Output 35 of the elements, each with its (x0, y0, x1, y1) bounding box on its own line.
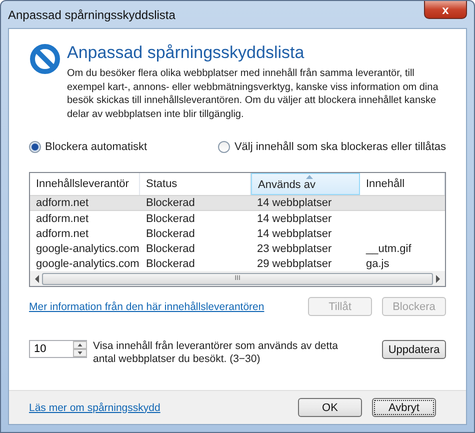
table-cell-text: 14 webbplatser (256, 212, 333, 225)
learn-more-link[interactable]: Läs mer om spårningsskydd (29, 402, 160, 414)
table-cell-text: adform.net (35, 227, 90, 240)
window-title: Anpassad spårningsskyddslista (8, 8, 176, 22)
table-cell-text: google-analytics.com (35, 242, 140, 255)
table-cell-text: Blockerad (145, 212, 196, 225)
table-cell-text: Blockerad (145, 242, 196, 255)
table-cell-text: Blockerad (145, 196, 196, 210)
table-cell-text: 23 webbplatser (256, 242, 333, 255)
table-cell-text: adform.net (35, 196, 90, 210)
table-cell-text: Blockerad (145, 257, 196, 270)
table-cell-text: 14 webbplatser (256, 196, 333, 210)
scroll-right-icon[interactable] (435, 274, 441, 282)
description-text: Om du besöker flera olika webbplatser med innehåll från samma leverantör, till exempel kart-, annons- eller webbmätningsverktyg, kanske viss information om dina besök skickas till innehållsleverantören. Om du väljer att blockera innehållet kanske delar av webbplatsen inte blir tillgänglig. (67, 67, 440, 121)
dialog-button[interactable]: Avbryt (372, 398, 436, 417)
table-cell-text: __utm.gif (364, 242, 412, 255)
close-button[interactable]: x (424, 1, 467, 19)
scroll-left-icon[interactable] (34, 274, 40, 282)
provider-info-link[interactable]: Mer information från den här innehållsleverantören (29, 301, 264, 313)
column-header[interactable]: Används av (251, 173, 360, 195)
table-row[interactable]: adform.net Blockerad 14 webbplatser (30, 195, 445, 211)
blocked-icon (29, 43, 61, 75)
table-cell-text: adform.net (35, 212, 90, 225)
update-button[interactable]: Uppdatera (382, 340, 446, 359)
table-cell-text: Blockerad (145, 227, 196, 240)
mode-radio[interactable]: Välj innehåll som ska blockeras eller tillåtas (218, 141, 446, 153)
threshold-text: Visa innehåll från leverantörer som används av detta antal webbplatser du besökt. (3−30) (93, 340, 339, 366)
table-cell-text: ga.js (365, 257, 390, 270)
dialog-button[interactable]: OK (298, 398, 362, 417)
table-cell-text: 14 webbplatser (256, 227, 333, 240)
sort-arrow-icon (306, 175, 312, 179)
table-cell-text: 29 webbplatser (256, 257, 333, 270)
table-cell-text: google-analytics.com (35, 257, 140, 270)
mode-radio[interactable]: Blockera automatiskt (29, 141, 148, 153)
dialog-heading: Anpassad spårningsskyddslista (67, 43, 306, 63)
